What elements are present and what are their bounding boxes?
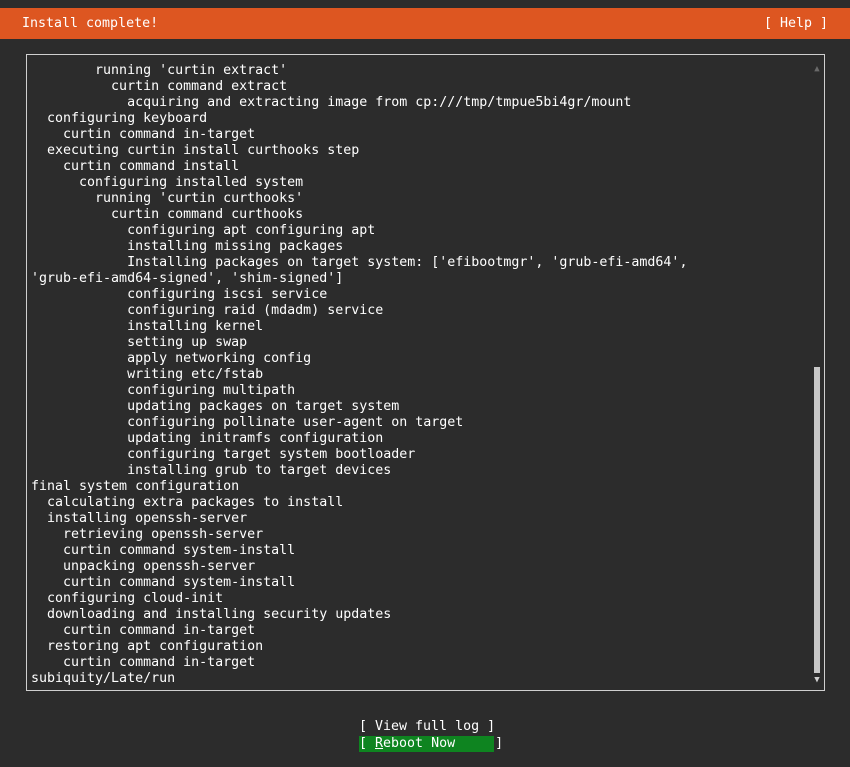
log-line: acquiring and extracting image from cp:/…: [31, 95, 632, 110]
log-line: running 'curtin extract': [31, 63, 288, 78]
log-line: 'grub-efi-amd64-signed', 'shim-signed']: [31, 271, 344, 286]
log-line: subiquity/Late/run: [31, 671, 176, 685]
log-line: configuring cloud-init: [31, 591, 224, 606]
help-button[interactable]: [ Help ]: [764, 15, 828, 32]
log-line: setting up swap: [31, 335, 248, 350]
screen-title: Install complete!: [22, 16, 159, 31]
scroll-up-icon[interactable]: ▲: [812, 63, 822, 75]
reboot-now-button[interactable]: [ Reboot Now ]: [359, 736, 503, 752]
log-line: curtin command system-install: [31, 575, 296, 590]
install-log-text: running 'curtin extract' curtin command …: [31, 63, 811, 685]
view-full-log-button[interactable]: [ View full log ]: [359, 719, 495, 735]
log-line: calculating extra packages to install: [31, 495, 344, 510]
log-line: curtin command system-install: [31, 543, 296, 558]
log-line: configuring apt configuring apt: [31, 223, 376, 238]
log-line: curtin command in-target: [31, 655, 256, 670]
log-line: configuring installed system: [31, 175, 304, 190]
log-line: configuring keyboard: [31, 111, 208, 126]
log-line: configuring raid (mdadm) service: [31, 303, 384, 318]
log-line: installing openssh-server: [31, 511, 248, 526]
title-bar: Install complete! [ Help ]: [0, 8, 850, 39]
log-line: curtin command extract: [31, 79, 288, 94]
scrollbar-thumb[interactable]: [814, 367, 820, 673]
log-line: downloading and installing security upda…: [31, 607, 392, 622]
log-line: configuring pollinate user-agent on targ…: [31, 415, 464, 430]
top-gap: [0, 0, 850, 8]
scroll-down-icon[interactable]: ▼: [812, 674, 822, 686]
log-line: curtin command curthooks: [31, 207, 304, 222]
log-line: unpacking openssh-server: [31, 559, 256, 574]
log-line: Installing packages on target system: ['…: [31, 255, 688, 270]
log-line: running 'curtin curthooks': [31, 191, 304, 206]
install-log-panel[interactable]: running 'curtin extract' curtin command …: [26, 54, 825, 691]
log-line: updating initramfs configuration: [31, 431, 384, 446]
reboot-bracket-open: [: [359, 736, 376, 751]
log-line: configuring target system bootloader: [31, 447, 416, 462]
log-line: restoring apt configuration: [31, 639, 264, 654]
log-line: curtin command install: [31, 159, 240, 174]
log-line: apply networking config: [31, 351, 312, 366]
log-line: updating packages on target system: [31, 399, 400, 414]
log-line: writing etc/fstab: [31, 367, 264, 382]
reboot-hotkey-letter: R: [375, 736, 384, 751]
log-line: retrieving openssh-server: [31, 527, 264, 542]
log-line: installing missing packages: [31, 239, 344, 254]
reboot-label-rest: eboot Now ]: [383, 736, 504, 751]
log-line: curtin command in-target: [31, 623, 256, 638]
log-line: curtin command in-target: [31, 127, 256, 142]
scrollbar[interactable]: [812, 77, 822, 673]
log-line: executing curtin install curthooks step: [31, 143, 360, 158]
log-line: installing grub to target devices: [31, 463, 392, 478]
log-line: installing kernel: [31, 319, 264, 334]
log-line: configuring multipath: [31, 383, 296, 398]
log-line: final system configuration: [31, 479, 240, 494]
log-line: configuring iscsi service: [31, 287, 328, 302]
